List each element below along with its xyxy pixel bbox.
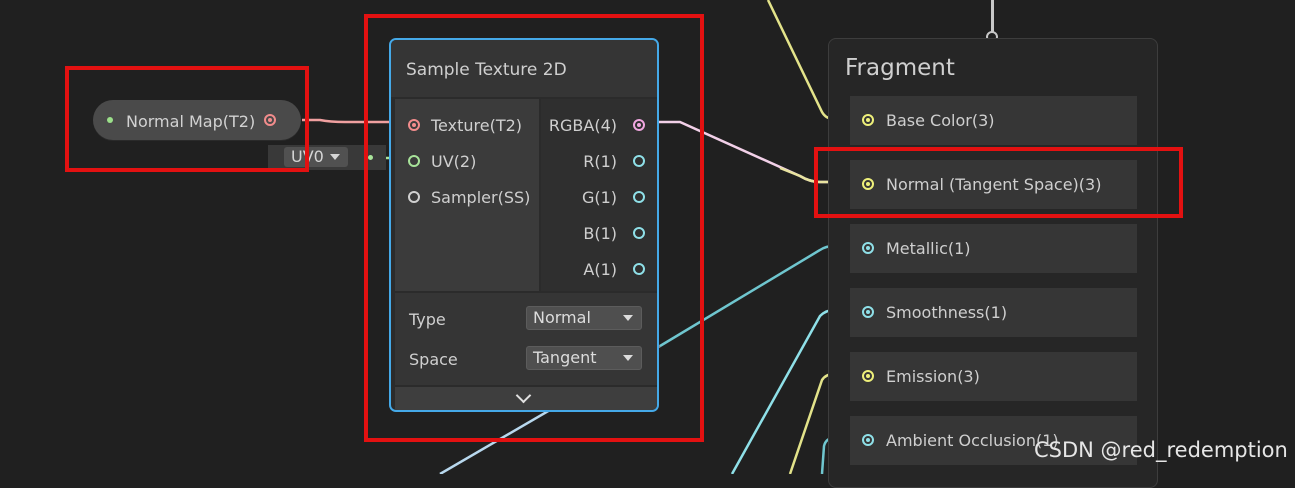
fragment-port-metallic[interactable]: Metallic(1) [850,224,1137,273]
metallic-port[interactable] [862,242,874,254]
highlight-box-sample-texture [364,14,704,442]
fragment-port-emission[interactable]: Emission(3) [850,352,1137,401]
ambient-occlusion-port[interactable] [862,434,874,446]
fragment-port-label: Smoothness(1) [886,303,1008,322]
fragment-title: Fragment [845,55,955,81]
emission-port[interactable] [862,370,874,382]
fragment-port-smoothness[interactable]: Smoothness(1) [850,288,1137,337]
chevron-down-icon [330,154,340,160]
smoothness-port[interactable] [862,306,874,318]
watermark: CSDN @red_redemption [1034,438,1288,462]
fragment-port-label: Base Color(3) [886,111,995,130]
base-color-port[interactable] [862,114,874,126]
fragment-port-base-color[interactable]: Base Color(3) [850,96,1137,145]
fragment-master-node[interactable]: Fragment Base Color(3) Normal (Tangent S… [828,38,1158,488]
top-connector-line [991,0,994,32]
fragment-port-label: Emission(3) [886,367,980,386]
fragment-port-label: Ambient Occlusion(1) [886,431,1059,450]
highlight-box-normal-port [814,147,1183,218]
fragment-port-label: Metallic(1) [886,239,971,258]
highlight-box-property [65,66,309,172]
